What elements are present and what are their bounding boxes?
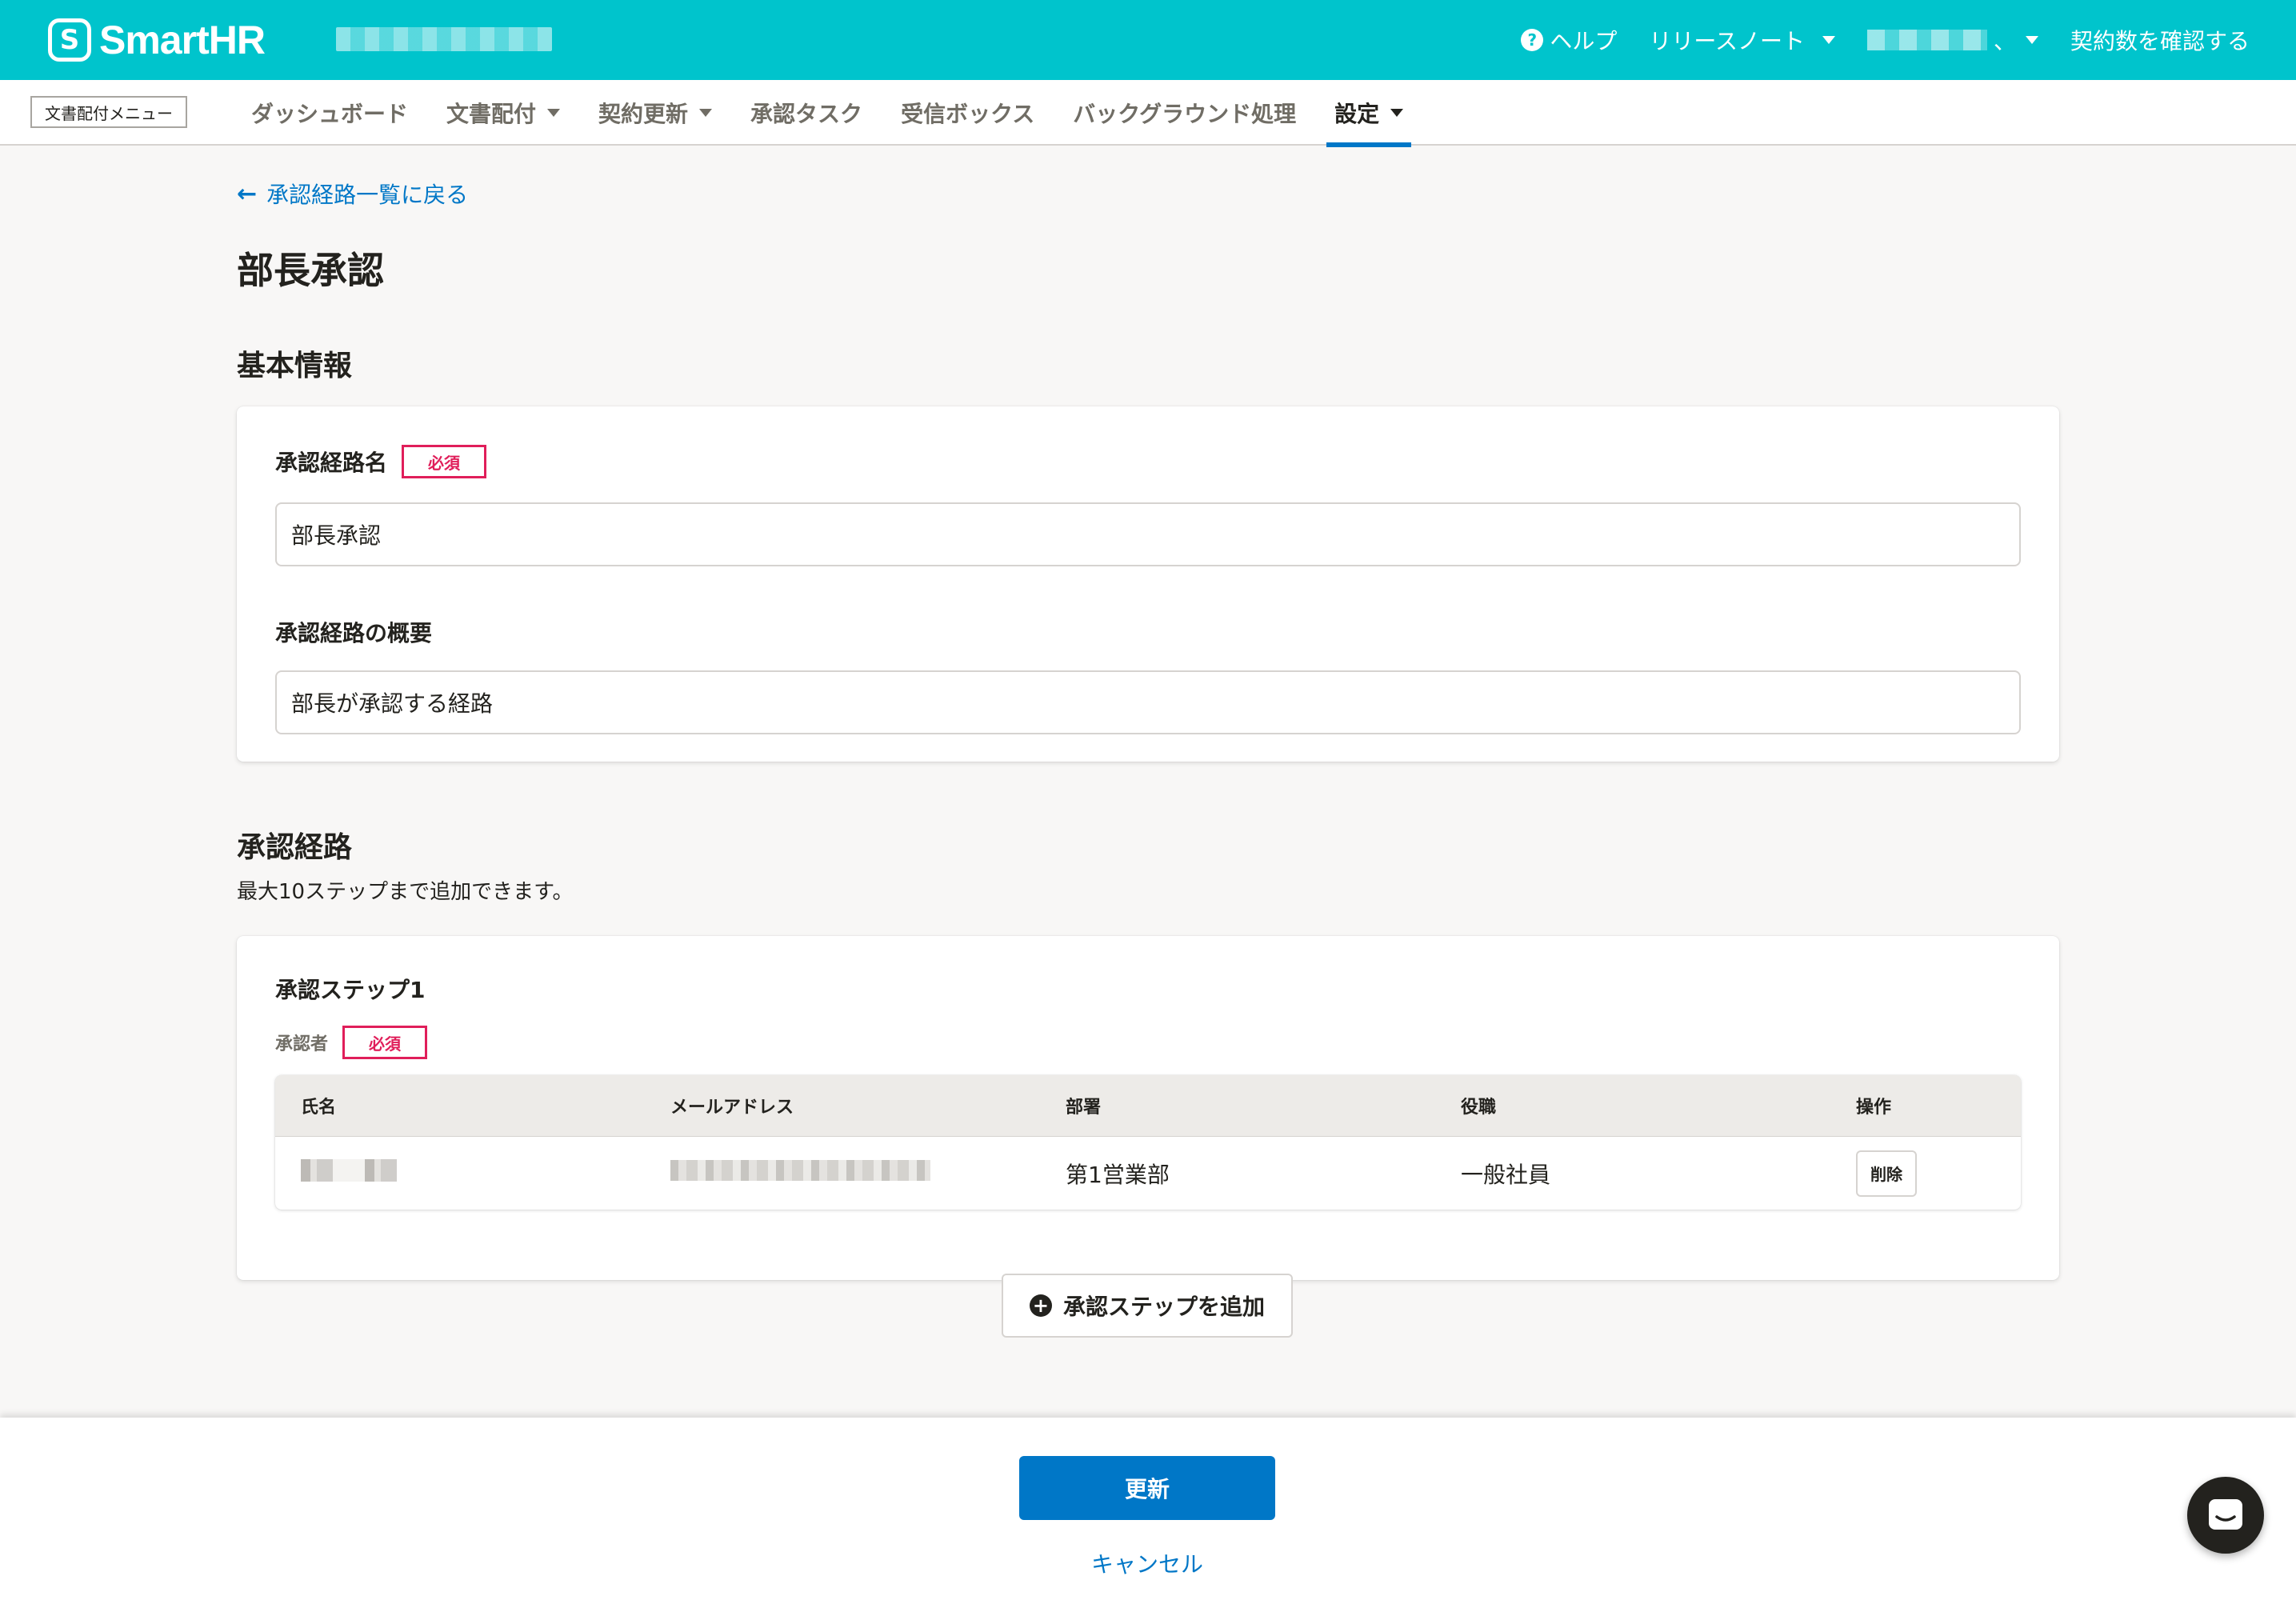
required-badge: 必須 bbox=[402, 445, 487, 478]
cell-department: 第1営業部 bbox=[1066, 1161, 1170, 1188]
cell-position: 一般社員 bbox=[1461, 1161, 1551, 1188]
add-step-button[interactable]: + 承認ステップを追加 bbox=[1002, 1274, 1293, 1338]
tab-label: 承認タスク bbox=[750, 101, 863, 127]
delete-approver-button[interactable]: 削除 bbox=[1856, 1150, 1917, 1197]
cancel-link[interactable]: キャンセル bbox=[1091, 1547, 1203, 1579]
column-header-position: 役職 bbox=[1461, 1098, 1497, 1118]
check-contracts-label: 契約数を確認する bbox=[2070, 28, 2250, 54]
add-step-label: 承認ステップを追加 bbox=[1062, 1294, 1265, 1320]
back-to-routes-link[interactable]: ← 承認経路一覧に戻る bbox=[237, 178, 468, 210]
chevron-down-icon bbox=[1390, 109, 1404, 117]
approval-route-heading: 承認経路 bbox=[237, 831, 353, 864]
chevron-down-icon bbox=[699, 109, 713, 117]
tab-settings[interactable]: 設定 bbox=[1315, 80, 1422, 147]
sub-navigation: 文書配付メニュー ダッシュボード 文書配付 契約更新 承認タスク 受信ボックス … bbox=[0, 80, 2296, 147]
release-notes-menu[interactable]: リリースノート bbox=[1649, 24, 1835, 56]
approval-step-panel: 承認ステップ1 承認者 必須 氏名 メールアドレス 部署 役職 操作 第1営業部… bbox=[237, 936, 2059, 1280]
user-menu[interactable]: 、 bbox=[1866, 24, 2038, 56]
tab-background-jobs[interactable]: バックグラウンド処理 bbox=[1054, 80, 1315, 146]
approver-label-text: 承認者 bbox=[275, 1034, 329, 1054]
tab-label: ダッシュボード bbox=[251, 101, 409, 127]
cell-name bbox=[275, 1159, 670, 1187]
table-header: 氏名 メールアドレス 部署 役職 操作 bbox=[275, 1075, 2021, 1136]
column-header-name: 氏名 bbox=[301, 1098, 337, 1118]
tab-contract-renewal[interactable]: 契約更新 bbox=[579, 80, 731, 146]
help-link[interactable]: ? ヘルプ bbox=[1521, 24, 1617, 56]
chat-icon bbox=[2209, 1499, 2242, 1530]
tenant-name-redacted bbox=[336, 27, 552, 51]
chevron-down-icon bbox=[2025, 36, 2038, 44]
smarthr-logo[interactable]: S SmartHR bbox=[48, 18, 266, 62]
tab-label: 文書配付 bbox=[446, 101, 537, 127]
email-redacted bbox=[670, 1160, 930, 1181]
route-summary-label-text: 承認経路の概要 bbox=[275, 620, 433, 646]
tab-inbox[interactable]: 受信ボックス bbox=[882, 80, 1054, 146]
plus-circle-icon: + bbox=[1029, 1294, 1052, 1317]
subnav-items: ダッシュボード 文書配付 契約更新 承認タスク 受信ボックス バックグラウンド処… bbox=[232, 80, 1422, 147]
update-button[interactable]: 更新 bbox=[1019, 1456, 1275, 1520]
tab-dashboard[interactable]: ダッシュボード bbox=[232, 80, 427, 146]
column-header-department: 部署 bbox=[1066, 1098, 1102, 1118]
arrow-left-icon: ← bbox=[237, 179, 258, 208]
route-summary-input[interactable] bbox=[275, 670, 2021, 734]
chevron-down-icon bbox=[547, 109, 561, 117]
tab-label: 契約更新 bbox=[598, 101, 689, 127]
cell-email bbox=[670, 1160, 1066, 1186]
route-summary-label: 承認経路の概要 bbox=[275, 616, 432, 648]
column-header-actions: 操作 bbox=[1856, 1098, 1892, 1118]
help-icon: ? bbox=[1521, 29, 1544, 51]
required-badge: 必須 bbox=[342, 1026, 428, 1059]
approver-label: 承認者 必須 bbox=[275, 1026, 428, 1059]
cell-actions: 削除 bbox=[1856, 1150, 2021, 1197]
approver-table: 氏名 メールアドレス 部署 役職 操作 第1営業部 一般社員 削除 bbox=[275, 1075, 2021, 1210]
table-row: 第1営業部 一般社員 削除 bbox=[275, 1136, 2021, 1210]
route-name-label: 承認経路名 必須 bbox=[275, 445, 487, 478]
header-nav: ? ヘルプ リリースノート 、 契約数を確認する bbox=[1521, 0, 2250, 80]
tab-label: 設定 bbox=[1334, 101, 1380, 127]
tab-label: 受信ボックス bbox=[901, 101, 1035, 127]
tab-label: バックグラウンド処理 bbox=[1073, 101, 1297, 127]
basic-info-heading: 基本情報 bbox=[237, 350, 353, 382]
user-name-redacted bbox=[1866, 30, 1987, 50]
footer-action-bar: 更新 キャンセル bbox=[0, 1418, 2296, 1600]
logo-text: SmartHR bbox=[99, 18, 266, 62]
basic-info-panel: 承認経路名 必須 承認経路の概要 bbox=[237, 406, 2059, 762]
tab-document-delivery[interactable]: 文書配付 bbox=[427, 80, 579, 146]
menu-badge: 文書配付メニュー bbox=[30, 96, 187, 128]
user-menu-label: 、 bbox=[1993, 28, 2016, 54]
chat-support-button[interactable] bbox=[2187, 1477, 2264, 1554]
page-title: 部長承認 bbox=[237, 249, 384, 292]
release-notes-label: リリースノート bbox=[1649, 28, 1805, 54]
name-redacted bbox=[301, 1159, 397, 1182]
top-header: S SmartHR ? ヘルプ リリースノート 、 契約数を確認する bbox=[0, 0, 2296, 80]
check-contracts-link[interactable]: 契約数を確認する bbox=[2070, 24, 2250, 56]
route-description: 最大10ステップまで追加できます。 bbox=[237, 880, 574, 904]
tab-approval-tasks[interactable]: 承認タスク bbox=[731, 80, 882, 146]
route-name-input[interactable] bbox=[275, 502, 2021, 566]
step-title: 承認ステップ1 bbox=[275, 977, 426, 1003]
logo-mark-icon: S bbox=[48, 18, 91, 62]
back-link-label: 承認経路一覧に戻る bbox=[266, 182, 469, 208]
column-header-email: メールアドレス bbox=[670, 1098, 794, 1118]
chevron-down-icon bbox=[1822, 36, 1835, 44]
help-label: ヘルプ bbox=[1550, 28, 1618, 54]
route-name-label-text: 承認経路名 bbox=[275, 450, 388, 476]
